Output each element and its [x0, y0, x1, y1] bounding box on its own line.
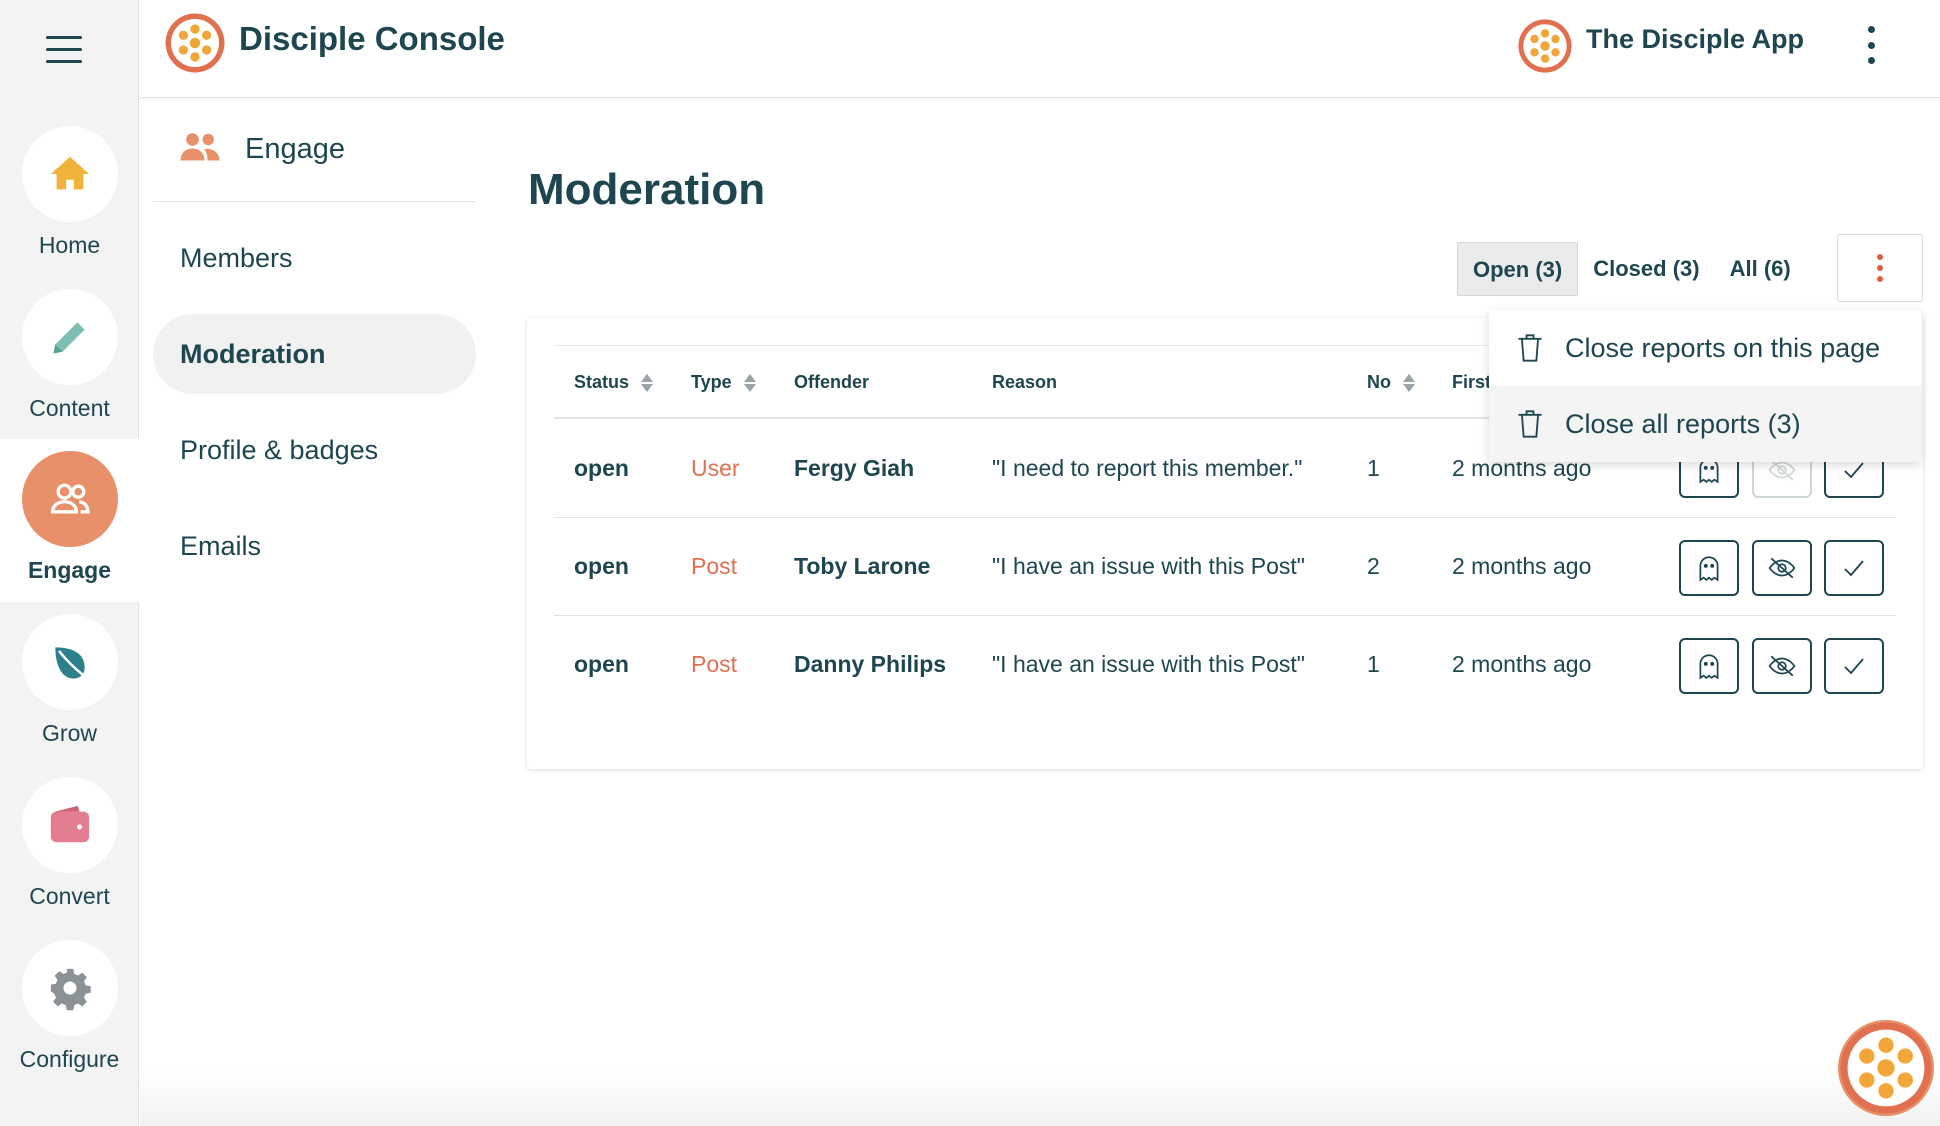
- eye-off-icon: [1768, 557, 1796, 579]
- table-row: open Post Danny Philips "I have an issue…: [554, 616, 1896, 714]
- actions-dropdown-menu: Close reports on this page Close all rep…: [1489, 310, 1921, 462]
- subnav-item-moderation[interactable]: Moderation: [153, 314, 476, 394]
- cell-status: open: [574, 553, 629, 579]
- ghost-button[interactable]: [1679, 638, 1739, 694]
- column-header-offender: Offender: [794, 372, 870, 392]
- close-all-reports-item[interactable]: Close all reports (3): [1489, 386, 1921, 462]
- engage-subnav: Engage Members Moderation Profile & badg…: [153, 98, 476, 586]
- sort-icon[interactable]: [743, 373, 756, 393]
- rail-item-home[interactable]: Home: [0, 126, 139, 289]
- tab-all[interactable]: All (6): [1715, 242, 1806, 296]
- cell-offender[interactable]: Danny Philips: [794, 651, 946, 678]
- rail-item-content[interactable]: Content: [0, 289, 139, 452]
- ghost-icon: [1699, 556, 1719, 582]
- rail-item-convert[interactable]: Convert: [0, 777, 139, 940]
- rail-label-home: Home: [38, 232, 101, 258]
- disciple-logo-icon: [1840, 1022, 1932, 1114]
- rail-item-engage[interactable]: Engage: [0, 439, 139, 602]
- tab-closed[interactable]: Closed (3): [1578, 242, 1714, 296]
- sort-icon[interactable]: [1403, 373, 1415, 393]
- rail-label-convert: Convert: [29, 883, 110, 909]
- subnav-header: Engage: [153, 98, 476, 202]
- sort-icon[interactable]: [641, 373, 654, 393]
- cell-reason: "I have an issue with this Post": [992, 651, 1305, 677]
- people-icon: [179, 129, 221, 170]
- rail-item-grow[interactable]: Grow: [0, 614, 139, 777]
- cell-type: Post: [691, 651, 738, 677]
- subnav-item-emails[interactable]: Emails: [153, 506, 476, 586]
- cell-type: User: [691, 455, 740, 481]
- hide-button[interactable]: [1752, 540, 1812, 596]
- rail-label-grow: Grow: [42, 720, 97, 746]
- page-title: Moderation: [528, 165, 766, 214]
- cell-first: 2 months ago: [1452, 553, 1592, 579]
- check-icon: [1844, 560, 1864, 577]
- cell-count: 2: [1367, 553, 1380, 579]
- more-actions-button[interactable]: [1837, 234, 1923, 302]
- cell-type: Post: [691, 553, 738, 579]
- check-icon: [1844, 462, 1864, 479]
- pencil-icon: [21, 289, 118, 385]
- close-all-reports-label: Close all reports (3): [1565, 408, 1801, 439]
- trash-icon: [1518, 410, 1542, 438]
- cell-status: open: [574, 651, 629, 677]
- tab-open[interactable]: Open (3): [1457, 242, 1579, 296]
- cell-status: open: [574, 455, 629, 481]
- close-reports-page-item[interactable]: Close reports on this page: [1489, 310, 1921, 386]
- wallet-icon: [21, 777, 118, 873]
- table-row: open Post Toby Larone "I have an issue w…: [554, 518, 1896, 616]
- column-header-no[interactable]: No: [1367, 372, 1415, 393]
- leaf-icon: [21, 614, 118, 710]
- disciple-logo-icon[interactable]: [164, 12, 226, 74]
- approve-button[interactable]: [1824, 638, 1884, 694]
- hamburger-icon[interactable]: [46, 36, 82, 66]
- left-rail: Home Content Engage Grow Convert Configu…: [0, 0, 139, 1126]
- app-logo-icon[interactable]: [1517, 18, 1573, 74]
- disciple-help-button[interactable]: [1838, 1020, 1934, 1116]
- trash-icon: [1518, 334, 1542, 362]
- top-bar: Disciple Console The Disciple App: [140, 0, 1940, 98]
- column-header-type[interactable]: Type: [691, 372, 756, 393]
- gear-icon: [21, 940, 118, 1036]
- close-reports-page-label: Close reports on this page: [1565, 332, 1881, 363]
- cell-offender[interactable]: Fergy Giah: [794, 455, 914, 482]
- ghost-icon: [1699, 654, 1719, 680]
- people-icon: [21, 451, 118, 547]
- cell-count: 1: [1367, 455, 1380, 481]
- cell-count: 1: [1367, 651, 1380, 677]
- column-header-reason: Reason: [992, 372, 1058, 392]
- filter-tabs: Open (3) Closed (3) All (6): [1457, 242, 1806, 296]
- hide-button[interactable]: [1752, 638, 1812, 694]
- approve-button[interactable]: [1824, 540, 1884, 596]
- rail-label-content: Content: [29, 395, 110, 421]
- ghost-button[interactable]: [1679, 540, 1739, 596]
- home-icon: [21, 126, 118, 222]
- app-name[interactable]: The Disciple App: [1586, 24, 1804, 55]
- rail-label-configure: Configure: [19, 1046, 120, 1072]
- bottom-fade: [140, 1070, 1940, 1126]
- rail-label-engage: Engage: [27, 557, 112, 583]
- subnav-item-profile-badges[interactable]: Profile & badges: [153, 410, 476, 490]
- cell-offender[interactable]: Toby Larone: [794, 553, 930, 580]
- rail-item-configure[interactable]: Configure: [0, 940, 139, 1103]
- column-header-first: First: [1452, 372, 1492, 392]
- column-header-status[interactable]: Status: [574, 372, 654, 393]
- eye-off-icon: [1768, 655, 1796, 677]
- cell-reason: "I need to report this member.": [992, 455, 1303, 481]
- console-title: Disciple Console: [239, 20, 505, 57]
- cell-first: 2 months ago: [1452, 651, 1592, 677]
- more-vert-icon[interactable]: [1856, 22, 1886, 68]
- subnav-title: Engage: [245, 133, 345, 165]
- cell-reason: "I have an issue with this Post": [992, 553, 1305, 579]
- check-icon: [1844, 658, 1864, 675]
- subnav-item-members[interactable]: Members: [153, 218, 476, 298]
